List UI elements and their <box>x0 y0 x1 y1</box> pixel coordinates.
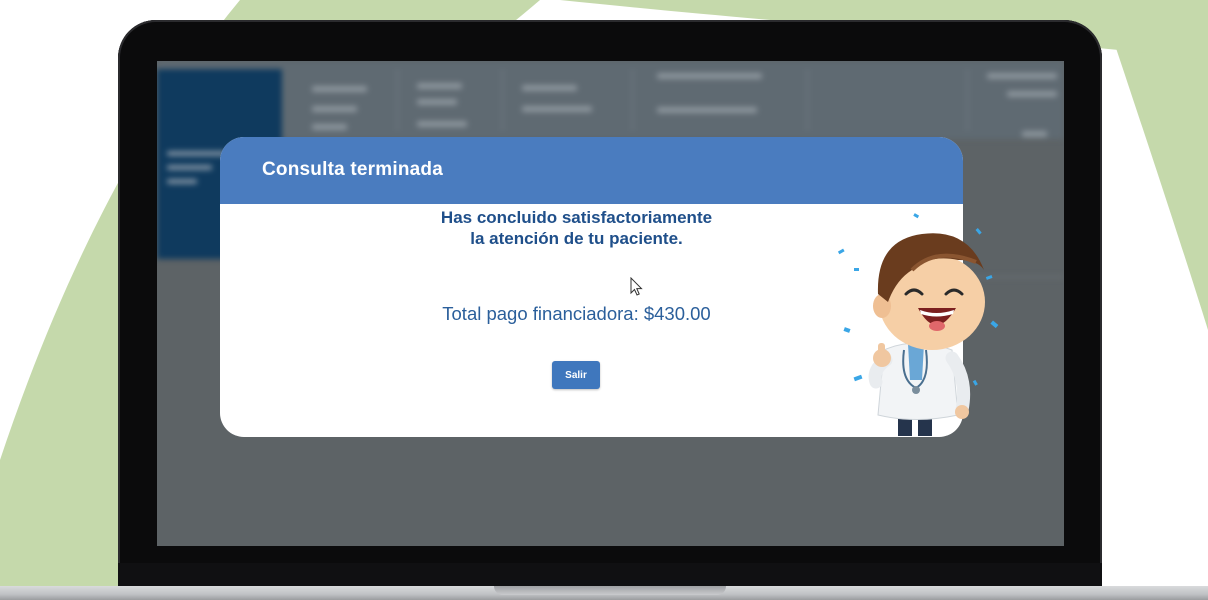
dialog-title: Consulta terminada <box>262 159 443 180</box>
doctor-mascot-icon <box>837 213 999 436</box>
dialog-header: Consulta terminada <box>220 137 963 204</box>
laptop-base-notch <box>494 586 726 595</box>
arrow-cursor-icon <box>630 277 643 296</box>
exit-button[interactable]: Salir <box>552 361 600 389</box>
